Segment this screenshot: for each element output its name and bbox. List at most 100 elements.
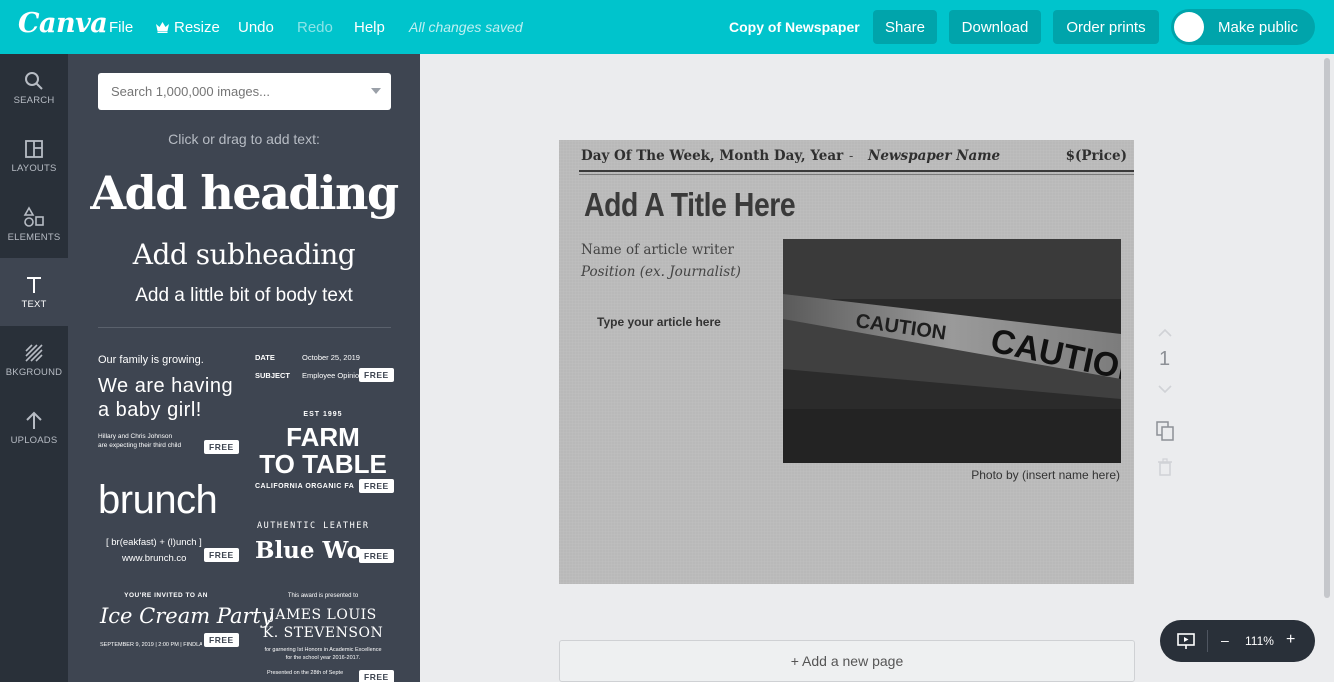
caution-tape-image: CAUTION CAUTION xyxy=(783,239,1121,463)
background-icon xyxy=(25,343,43,362)
add-body-text-button[interactable]: Add a little bit of body text xyxy=(68,285,420,307)
template-text: are expecting their third child xyxy=(98,442,182,449)
article-title[interactable]: Add A Title Here xyxy=(584,186,796,224)
canvas-workspace: Day Of The Week, Month Day, Year - Newsp… xyxy=(420,54,1334,682)
template-text: DATE xyxy=(255,353,275,362)
make-public-label: Make public xyxy=(1218,18,1299,36)
save-status: All changes saved xyxy=(409,19,523,35)
workspace-scrollbar[interactable] xyxy=(1324,58,1330,598)
free-badge: FREE xyxy=(359,479,394,493)
template-text: This award is presented to xyxy=(287,593,359,599)
free-badge: FREE xyxy=(204,633,239,647)
text-template-icecream[interactable]: YOU'RE INVITED TO AN Ice Cream Party SEP… xyxy=(98,590,273,660)
template-text: www.brunch.co xyxy=(122,553,187,564)
article-writer[interactable]: Name of article writer xyxy=(581,242,734,258)
text-template-award[interactable]: This award is presented to JAMES LOUIS K… xyxy=(255,590,394,682)
template-text: Employee Opinio xyxy=(302,371,360,380)
newspaper-separator: - xyxy=(849,148,854,163)
article-photo[interactable]: CAUTION CAUTION xyxy=(783,239,1121,463)
share-button[interactable]: Share xyxy=(873,10,937,44)
layouts-icon xyxy=(25,139,43,158)
trash-icon[interactable] xyxy=(1157,458,1173,476)
text-template-farm[interactable]: EST 1995 FARM TO TABLE CALIFORNIA ORGANI… xyxy=(255,409,394,499)
photo-caption[interactable]: Photo by (insert name here) xyxy=(971,468,1120,482)
template-text: We are having xyxy=(98,375,234,397)
template-text: Hillary and Chris Johnson xyxy=(98,433,173,440)
newspaper-price[interactable]: $(Price) xyxy=(1066,148,1127,164)
menu-file[interactable]: File xyxy=(109,0,133,54)
rail-label: BKGROUND xyxy=(5,366,63,378)
free-badge: FREE xyxy=(204,548,239,562)
template-text: SUBJECT xyxy=(255,371,291,380)
template-text: Blue Wo xyxy=(255,537,362,564)
header-rule xyxy=(579,170,1134,172)
chevron-down-icon[interactable] xyxy=(1157,384,1173,394)
template-text: Ice Cream Party xyxy=(100,604,273,628)
menu-help[interactable]: Help xyxy=(354,0,385,54)
template-text: for the school year 2016-2017. xyxy=(285,655,361,661)
template-text: K. STEVENSON xyxy=(262,625,384,641)
rail-item-elements[interactable]: ELEMENTS xyxy=(0,190,68,258)
order-prints-button[interactable]: Order prints xyxy=(1053,10,1159,44)
template-text: Presented on the 28th of Septe xyxy=(267,670,344,676)
text-template-memo[interactable]: DATE October 25, 2019 SUBJECT Employee O… xyxy=(255,350,394,390)
rail-item-uploads[interactable]: UPLOADS xyxy=(0,394,68,462)
design-page[interactable]: Day Of The Week, Month Day, Year - Newsp… xyxy=(559,140,1134,584)
template-text: TO TABLE xyxy=(259,449,387,479)
present-icon[interactable] xyxy=(1176,631,1196,651)
zoom-divider xyxy=(1207,630,1208,652)
template-text: for garnering Ist Honors in Academic Exc… xyxy=(264,647,382,653)
rail-item-text[interactable]: TEXT xyxy=(0,258,68,326)
text-template-brunch[interactable]: brunch [ br(eakfast) + (l)unch ] www.bru… xyxy=(98,476,239,568)
add-page-button[interactable]: + Add a new page xyxy=(559,640,1135,682)
make-public-toggle[interactable]: Make public xyxy=(1171,9,1315,45)
template-text: Our family is growing. xyxy=(98,354,204,366)
header-rule xyxy=(579,174,1134,175)
text-template-baby[interactable]: Our family is growing. We are having a b… xyxy=(98,350,239,456)
zoom-out-button[interactable]: – xyxy=(1221,632,1229,648)
chevron-down-icon[interactable] xyxy=(371,88,381,94)
canva-logo[interactable]: Canva xyxy=(18,8,108,39)
document-title[interactable]: Copy of Newspaper xyxy=(729,0,860,54)
chevron-up-icon[interactable] xyxy=(1157,328,1173,338)
rail-label: LAYOUTS xyxy=(11,162,57,174)
free-badge: FREE xyxy=(359,670,394,682)
template-text: brunch xyxy=(98,478,218,522)
crown-icon xyxy=(156,22,169,33)
download-button[interactable]: Download xyxy=(949,10,1041,44)
article-body[interactable]: Type your article here xyxy=(597,315,721,329)
template-text: October 25, 2019 xyxy=(302,353,360,362)
menu-redo[interactable]: Redo xyxy=(297,0,333,54)
rail-item-search[interactable]: SEARCH xyxy=(0,54,68,122)
free-badge: FREE xyxy=(359,549,394,563)
rail-item-background[interactable]: BKGROUND xyxy=(0,326,68,394)
zoom-level[interactable]: 111% xyxy=(1245,634,1274,648)
text-template-leather[interactable]: AUTHENTIC LEATHER Blue Wo FREE xyxy=(255,520,394,568)
template-text: AUTHENTIC LEATHER xyxy=(257,521,370,531)
newspaper-dateline[interactable]: Day Of The Week, Month Day, Year xyxy=(581,148,843,164)
add-subheading-button[interactable]: Add subheading xyxy=(68,238,420,271)
free-badge: FREE xyxy=(359,368,394,382)
template-text: JAMES LOUIS xyxy=(269,607,377,623)
template-text: SEPTEMBER 9, 2019 | 2:00 PM | FINDLAY xyxy=(100,642,202,648)
menu-resize[interactable]: Resize xyxy=(155,0,220,54)
template-text: YOU'RE INVITED TO AN xyxy=(124,592,208,599)
zoom-control: – 111% + xyxy=(1160,620,1315,662)
rail-label: UPLOADS xyxy=(10,434,58,446)
rail-item-layouts[interactable]: LAYOUTS xyxy=(0,122,68,190)
image-search-box[interactable] xyxy=(98,73,391,110)
writer-position[interactable]: Position (ex. Journalist) xyxy=(581,264,741,280)
left-rail: SEARCH LAYOUTS ELEMENTS TEXT BKGROUND UP… xyxy=(0,54,68,682)
rail-label: ELEMENTS xyxy=(7,231,61,243)
add-heading-button[interactable]: Add heading xyxy=(68,166,420,220)
search-input[interactable] xyxy=(111,73,361,110)
text-icon xyxy=(27,276,41,293)
search-icon xyxy=(25,71,43,90)
zoom-in-button[interactable]: + xyxy=(1286,631,1295,649)
menu-resize-label: Resize xyxy=(174,18,220,36)
elements-icon xyxy=(23,205,44,227)
top-bar: Canva File Resize Undo Redo Help All cha… xyxy=(0,0,1334,54)
menu-undo[interactable]: Undo xyxy=(238,0,274,54)
duplicate-page-icon[interactable] xyxy=(1155,420,1175,442)
newspaper-name[interactable]: Newspaper Name xyxy=(868,148,1000,164)
